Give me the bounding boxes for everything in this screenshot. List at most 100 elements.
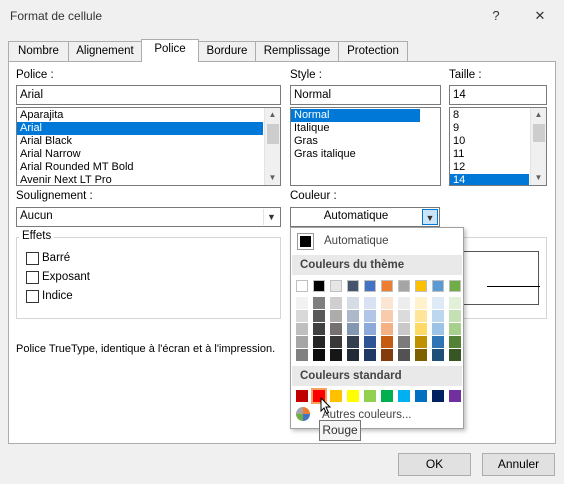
- scroll-down-icon[interactable]: ▼: [265, 171, 280, 185]
- font-list[interactable]: Aparajita Arial Arial Black Arial Narrow…: [16, 107, 281, 186]
- theme-shade-swatch[interactable]: [432, 323, 444, 335]
- theme-shade-swatch[interactable]: [381, 297, 393, 309]
- theme-shade-swatch[interactable]: [347, 323, 359, 335]
- close-button[interactable]: ✕: [530, 6, 550, 26]
- theme-shade-swatch[interactable]: [313, 323, 325, 335]
- theme-color-swatch[interactable]: [296, 280, 308, 292]
- help-button[interactable]: ?: [486, 6, 506, 26]
- theme-shade-swatch[interactable]: [313, 349, 325, 361]
- superscript-checkbox[interactable]: [26, 271, 39, 284]
- list-item[interactable]: Gras italique: [291, 148, 440, 161]
- automatic-label[interactable]: Automatique: [324, 235, 389, 247]
- size-scrollbar[interactable]: ▲ ▼: [530, 108, 546, 185]
- theme-shade-swatch[interactable]: [313, 297, 325, 309]
- theme-color-swatch[interactable]: [432, 280, 444, 292]
- theme-shade-swatch[interactable]: [398, 349, 410, 361]
- theme-color-swatch[interactable]: [398, 280, 410, 292]
- theme-shade-swatch[interactable]: [330, 310, 342, 322]
- superscript-label[interactable]: Exposant: [42, 271, 90, 283]
- scroll-down-icon[interactable]: ▼: [531, 171, 546, 185]
- font-scrollbar[interactable]: ▲ ▼: [264, 108, 280, 185]
- theme-color-swatch[interactable]: [449, 280, 461, 292]
- theme-shade-swatch[interactable]: [432, 297, 444, 309]
- theme-shade-swatch[interactable]: [330, 323, 342, 335]
- theme-shade-swatch[interactable]: [432, 336, 444, 348]
- tab-protection[interactable]: Protection: [338, 41, 408, 61]
- theme-shade-swatch[interactable]: [381, 349, 393, 361]
- theme-shade-swatch[interactable]: [381, 310, 393, 322]
- style-list[interactable]: Normal Italique Gras Gras italique: [290, 107, 441, 186]
- subscript-label[interactable]: Indice: [42, 290, 73, 302]
- scroll-thumb[interactable]: [533, 124, 545, 142]
- subscript-checkbox[interactable]: [26, 290, 39, 303]
- tab-nombre[interactable]: Nombre: [8, 41, 69, 61]
- list-item[interactable]: Arial: [17, 122, 263, 135]
- theme-shade-swatch[interactable]: [415, 349, 427, 361]
- list-item[interactable]: 14: [450, 174, 529, 185]
- list-item[interactable]: Gras: [291, 135, 440, 148]
- list-item[interactable]: Aparajita: [17, 109, 280, 122]
- scroll-thumb[interactable]: [267, 124, 279, 144]
- tab-bordure[interactable]: Bordure: [198, 41, 256, 61]
- theme-shade-swatch[interactable]: [415, 310, 427, 322]
- list-item[interactable]: Avenir Next LT Pro: [17, 174, 280, 185]
- theme-shade-swatch[interactable]: [398, 336, 410, 348]
- theme-shade-swatch[interactable]: [347, 336, 359, 348]
- list-item[interactable]: Normal: [291, 109, 420, 122]
- list-item[interactable]: Italique: [291, 122, 440, 135]
- standard-color-swatch[interactable]: [398, 390, 410, 402]
- font-input[interactable]: Arial: [16, 85, 281, 105]
- theme-shade-swatch[interactable]: [313, 336, 325, 348]
- theme-shade-swatch[interactable]: [364, 349, 376, 361]
- theme-shade-swatch[interactable]: [381, 336, 393, 348]
- strikethrough-checkbox[interactable]: [26, 252, 39, 265]
- theme-shade-swatch[interactable]: [347, 310, 359, 322]
- list-item[interactable]: Arial Black: [17, 135, 280, 148]
- theme-shade-swatch[interactable]: [364, 297, 376, 309]
- theme-shade-swatch[interactable]: [415, 297, 427, 309]
- theme-shade-swatch[interactable]: [432, 310, 444, 322]
- theme-color-swatch[interactable]: [364, 280, 376, 292]
- color-picker-popup[interactable]: Automatique Couleurs du thème Couleurs s…: [290, 227, 464, 429]
- cancel-button[interactable]: Annuler: [482, 453, 555, 476]
- list-item[interactable]: Arial Rounded MT Bold: [17, 161, 280, 174]
- theme-shade-swatch[interactable]: [449, 310, 461, 322]
- theme-color-swatch[interactable]: [381, 280, 393, 292]
- theme-shade-swatch[interactable]: [296, 310, 308, 322]
- theme-shade-swatch[interactable]: [432, 349, 444, 361]
- theme-shade-swatch[interactable]: [296, 336, 308, 348]
- chevron-down-icon[interactable]: ▼: [263, 209, 279, 225]
- standard-color-swatch[interactable]: [347, 390, 359, 402]
- theme-shade-swatch[interactable]: [449, 349, 461, 361]
- theme-shade-swatch[interactable]: [398, 323, 410, 335]
- theme-shade-swatch[interactable]: [449, 336, 461, 348]
- tab-alignement[interactable]: Alignement: [68, 41, 142, 61]
- theme-shade-swatch[interactable]: [398, 297, 410, 309]
- theme-shade-swatch[interactable]: [449, 323, 461, 335]
- strikethrough-label[interactable]: Barré: [42, 252, 70, 264]
- theme-color-swatch[interactable]: [330, 280, 342, 292]
- standard-color-swatch[interactable]: [449, 390, 461, 402]
- standard-color-swatch[interactable]: [432, 390, 444, 402]
- theme-shade-swatch[interactable]: [364, 336, 376, 348]
- size-input[interactable]: 14: [449, 85, 547, 105]
- theme-shade-swatch[interactable]: [381, 323, 393, 335]
- list-item[interactable]: Arial Narrow: [17, 148, 280, 161]
- theme-color-swatch[interactable]: [347, 280, 359, 292]
- standard-color-swatch[interactable]: [415, 390, 427, 402]
- standard-color-swatch[interactable]: [296, 390, 308, 402]
- scroll-up-icon[interactable]: ▲: [265, 108, 280, 122]
- theme-color-swatch[interactable]: [415, 280, 427, 292]
- theme-shade-swatch[interactable]: [296, 349, 308, 361]
- style-input[interactable]: Normal: [290, 85, 441, 105]
- theme-shade-swatch[interactable]: [415, 336, 427, 348]
- underline-combo[interactable]: Aucun ▼: [16, 207, 281, 227]
- standard-color-swatch[interactable]: [381, 390, 393, 402]
- theme-shade-swatch[interactable]: [364, 310, 376, 322]
- scroll-up-icon[interactable]: ▲: [531, 108, 546, 122]
- chevron-down-icon[interactable]: ▼: [422, 209, 438, 225]
- theme-shade-swatch[interactable]: [347, 297, 359, 309]
- tab-remplissage[interactable]: Remplissage: [255, 41, 339, 61]
- theme-shade-swatch[interactable]: [449, 297, 461, 309]
- standard-color-swatch[interactable]: [364, 390, 376, 402]
